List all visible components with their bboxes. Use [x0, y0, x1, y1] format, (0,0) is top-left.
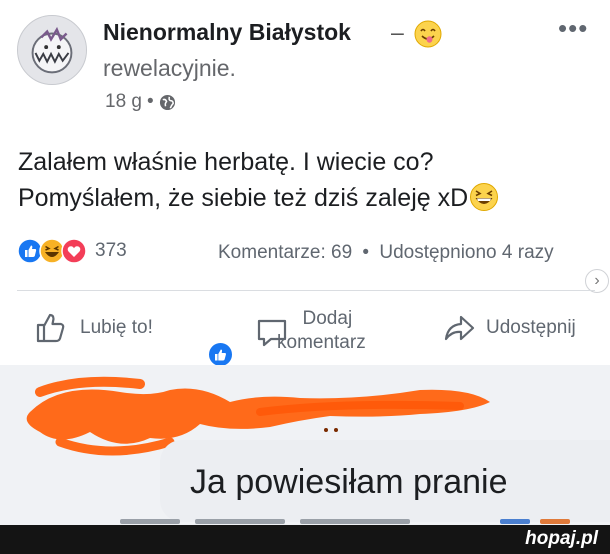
- facebook-post: Nienormalny Białystok – rewelacyjnie. 18…: [0, 0, 610, 368]
- comment-label-line-1: Dodaj: [302, 308, 353, 329]
- page-avatar[interactable]: [17, 15, 87, 85]
- more-options-button[interactable]: •••: [558, 15, 588, 41]
- smiling-face-with-tongue-icon: [414, 20, 442, 48]
- meta-separator: •: [146, 91, 154, 112]
- thumbs-up-icon: [36, 313, 65, 343]
- like-button[interactable]: Lubię to!: [34, 311, 153, 345]
- post-meta: 18 g •: [105, 91, 176, 113]
- actions-divider: [17, 290, 595, 291]
- share-label: Udostępnij: [486, 317, 576, 338]
- watermark-bar: hopaj.pl: [0, 525, 610, 554]
- messenger-like-badge-icon: [207, 341, 234, 368]
- reply-comment-text: Ja powiesiłam pranie: [190, 463, 508, 501]
- share-button[interactable]: Udostępnij: [442, 311, 576, 345]
- page-name[interactable]: Nienormalny Białystok: [103, 19, 351, 46]
- watermark-logo: hopaj.pl: [525, 528, 598, 549]
- post-time[interactable]: 18 g: [105, 91, 142, 113]
- grinning-squinting-face-icon: [470, 183, 499, 211]
- share-arrow-icon: [444, 315, 475, 341]
- reaction-count: 373: [95, 240, 127, 261]
- comment-button[interactable]: Dodaj komentarz: [255, 305, 366, 353]
- post-text-line-2-text: Pomyślałem, że siebie też dziś zaleję xD: [18, 184, 469, 212]
- post-text-line-1: Zalałem właśnie herbatę. I wiecie co?: [18, 148, 434, 176]
- feeling-text: rewelacyjnie.: [103, 55, 236, 81]
- comment-label-line-2: komentarz: [277, 332, 366, 353]
- feeling-separator: –: [391, 19, 404, 45]
- shares-count-link[interactable]: Udostępniono 4 razy: [379, 242, 553, 263]
- comment-label: Dodaj komentarz: [277, 307, 366, 355]
- comments-count-link[interactable]: Komentarze: 69: [218, 242, 352, 263]
- post-text-line-2: Pomyślałem, że siebie też dziś zaleję xD: [18, 180, 499, 216]
- globe-icon: [159, 94, 175, 110]
- like-label: Lubię to!: [80, 317, 153, 338]
- stats-separator: •: [362, 242, 370, 263]
- love-reaction-icon: [61, 238, 87, 264]
- post-stats: Komentarze: 69 • Udostępniono 4 razy: [218, 242, 554, 264]
- cropped-next-row: [0, 517, 610, 525]
- post-text: Zalałem właśnie herbatę. I wiecie co? Po…: [18, 144, 499, 216]
- reactions-summary[interactable]: 373: [17, 238, 127, 264]
